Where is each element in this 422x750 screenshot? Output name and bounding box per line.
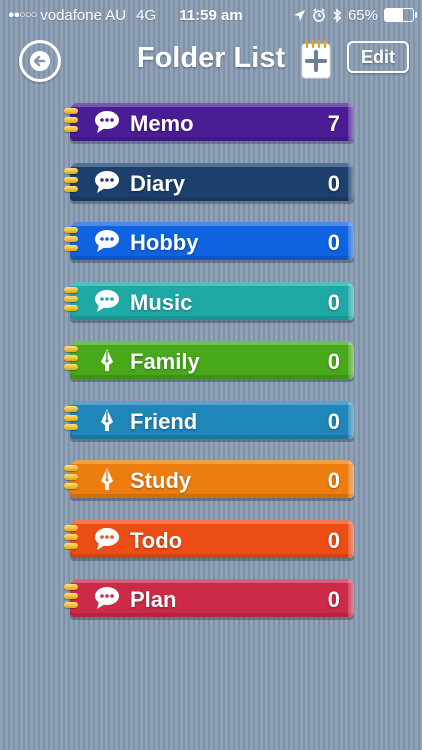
speech-bubble-icon xyxy=(95,290,119,312)
folder-item[interactable]: Todo 0 xyxy=(64,520,356,562)
folder-item[interactable]: Study 0 xyxy=(64,460,356,502)
folder-label: Diary xyxy=(130,171,186,196)
binder-ring xyxy=(64,474,78,480)
folder-tab: Memo 7 xyxy=(70,103,354,141)
folder-count: 0 xyxy=(327,587,340,612)
folder-label: Memo xyxy=(130,111,194,136)
binder-ring xyxy=(64,108,78,114)
binder-ring xyxy=(64,245,78,251)
speech-bubble-icon xyxy=(95,171,119,193)
binder-ring xyxy=(64,424,78,430)
binder-ring xyxy=(64,168,78,174)
binder-ring xyxy=(64,525,78,531)
speech-bubble-icon xyxy=(95,528,119,550)
binder-ring xyxy=(64,364,78,370)
binder-ring xyxy=(64,543,78,549)
folder-count: 0 xyxy=(327,230,340,255)
folder-list: Memo 7 Diary 0 Hobby 0 Music 0 Family 0 Friend 0 Stu… xyxy=(0,0,422,750)
folder-tab: Friend 0 xyxy=(70,401,354,439)
folder-tab: Music 0 xyxy=(70,282,354,320)
folder-label: Plan xyxy=(130,587,177,612)
binder-ring xyxy=(64,296,78,302)
folder-item[interactable]: Plan 0 xyxy=(64,579,356,621)
binder-rings xyxy=(64,406,80,438)
binder-ring xyxy=(64,236,78,242)
binder-ring xyxy=(64,593,78,599)
folder-tab: Family 0 xyxy=(70,341,354,379)
binder-ring xyxy=(64,117,78,123)
binder-ring xyxy=(64,177,78,183)
folder-tab: Todo 0 xyxy=(70,520,354,558)
binder-ring xyxy=(64,355,78,361)
folder-label: Study xyxy=(130,468,192,493)
folder-count: 0 xyxy=(327,349,340,374)
folder-item[interactable]: Friend 0 xyxy=(64,401,356,443)
folder-count: 0 xyxy=(327,171,340,196)
folder-item[interactable]: Diary 0 xyxy=(64,163,356,205)
binder-ring xyxy=(64,305,78,311)
binder-rings xyxy=(64,108,80,140)
binder-ring xyxy=(64,465,78,471)
speech-bubble-icon xyxy=(95,111,119,133)
binder-rings xyxy=(64,584,80,616)
folder-item[interactable]: Family 0 xyxy=(64,341,356,383)
folder-count: 0 xyxy=(327,409,340,434)
binder-ring xyxy=(64,584,78,590)
binder-ring xyxy=(64,287,78,293)
speech-bubble-icon xyxy=(95,587,119,609)
binder-rings xyxy=(64,168,80,200)
pen-nib-icon xyxy=(101,409,113,431)
binder-ring xyxy=(64,126,78,132)
pen-nib-icon xyxy=(101,468,113,490)
folder-label: Todo xyxy=(130,528,183,553)
folder-tab: Plan 0 xyxy=(70,579,354,617)
binder-ring xyxy=(64,227,78,233)
binder-ring xyxy=(64,186,78,192)
folder-count: 0 xyxy=(327,528,340,553)
folder-label: Music xyxy=(130,290,193,315)
folder-tab: Study 0 xyxy=(70,460,354,498)
binder-rings xyxy=(64,465,80,497)
folder-label: Family xyxy=(130,349,200,374)
folder-tab: Diary 0 xyxy=(70,163,354,201)
folder-label: Hobby xyxy=(130,230,199,255)
binder-ring xyxy=(64,602,78,608)
folder-item[interactable]: Music 0 xyxy=(64,282,356,324)
binder-ring xyxy=(64,346,78,352)
binder-rings xyxy=(64,227,80,259)
pen-nib-icon xyxy=(101,349,113,371)
binder-ring xyxy=(64,534,78,540)
binder-rings xyxy=(64,346,80,378)
folder-tab: Hobby 0 xyxy=(70,222,354,260)
folder-count: 7 xyxy=(327,111,340,136)
binder-rings xyxy=(64,287,80,319)
speech-bubble-icon xyxy=(95,230,119,252)
binder-ring xyxy=(64,406,78,412)
folder-label: Friend xyxy=(130,409,198,434)
folder-count: 0 xyxy=(327,468,340,493)
folder-item[interactable]: Hobby 0 xyxy=(64,222,356,264)
binder-ring xyxy=(64,483,78,489)
binder-ring xyxy=(64,415,78,421)
folder-count: 0 xyxy=(327,290,340,315)
folder-item[interactable]: Memo 7 xyxy=(64,103,356,145)
binder-rings xyxy=(64,525,80,557)
